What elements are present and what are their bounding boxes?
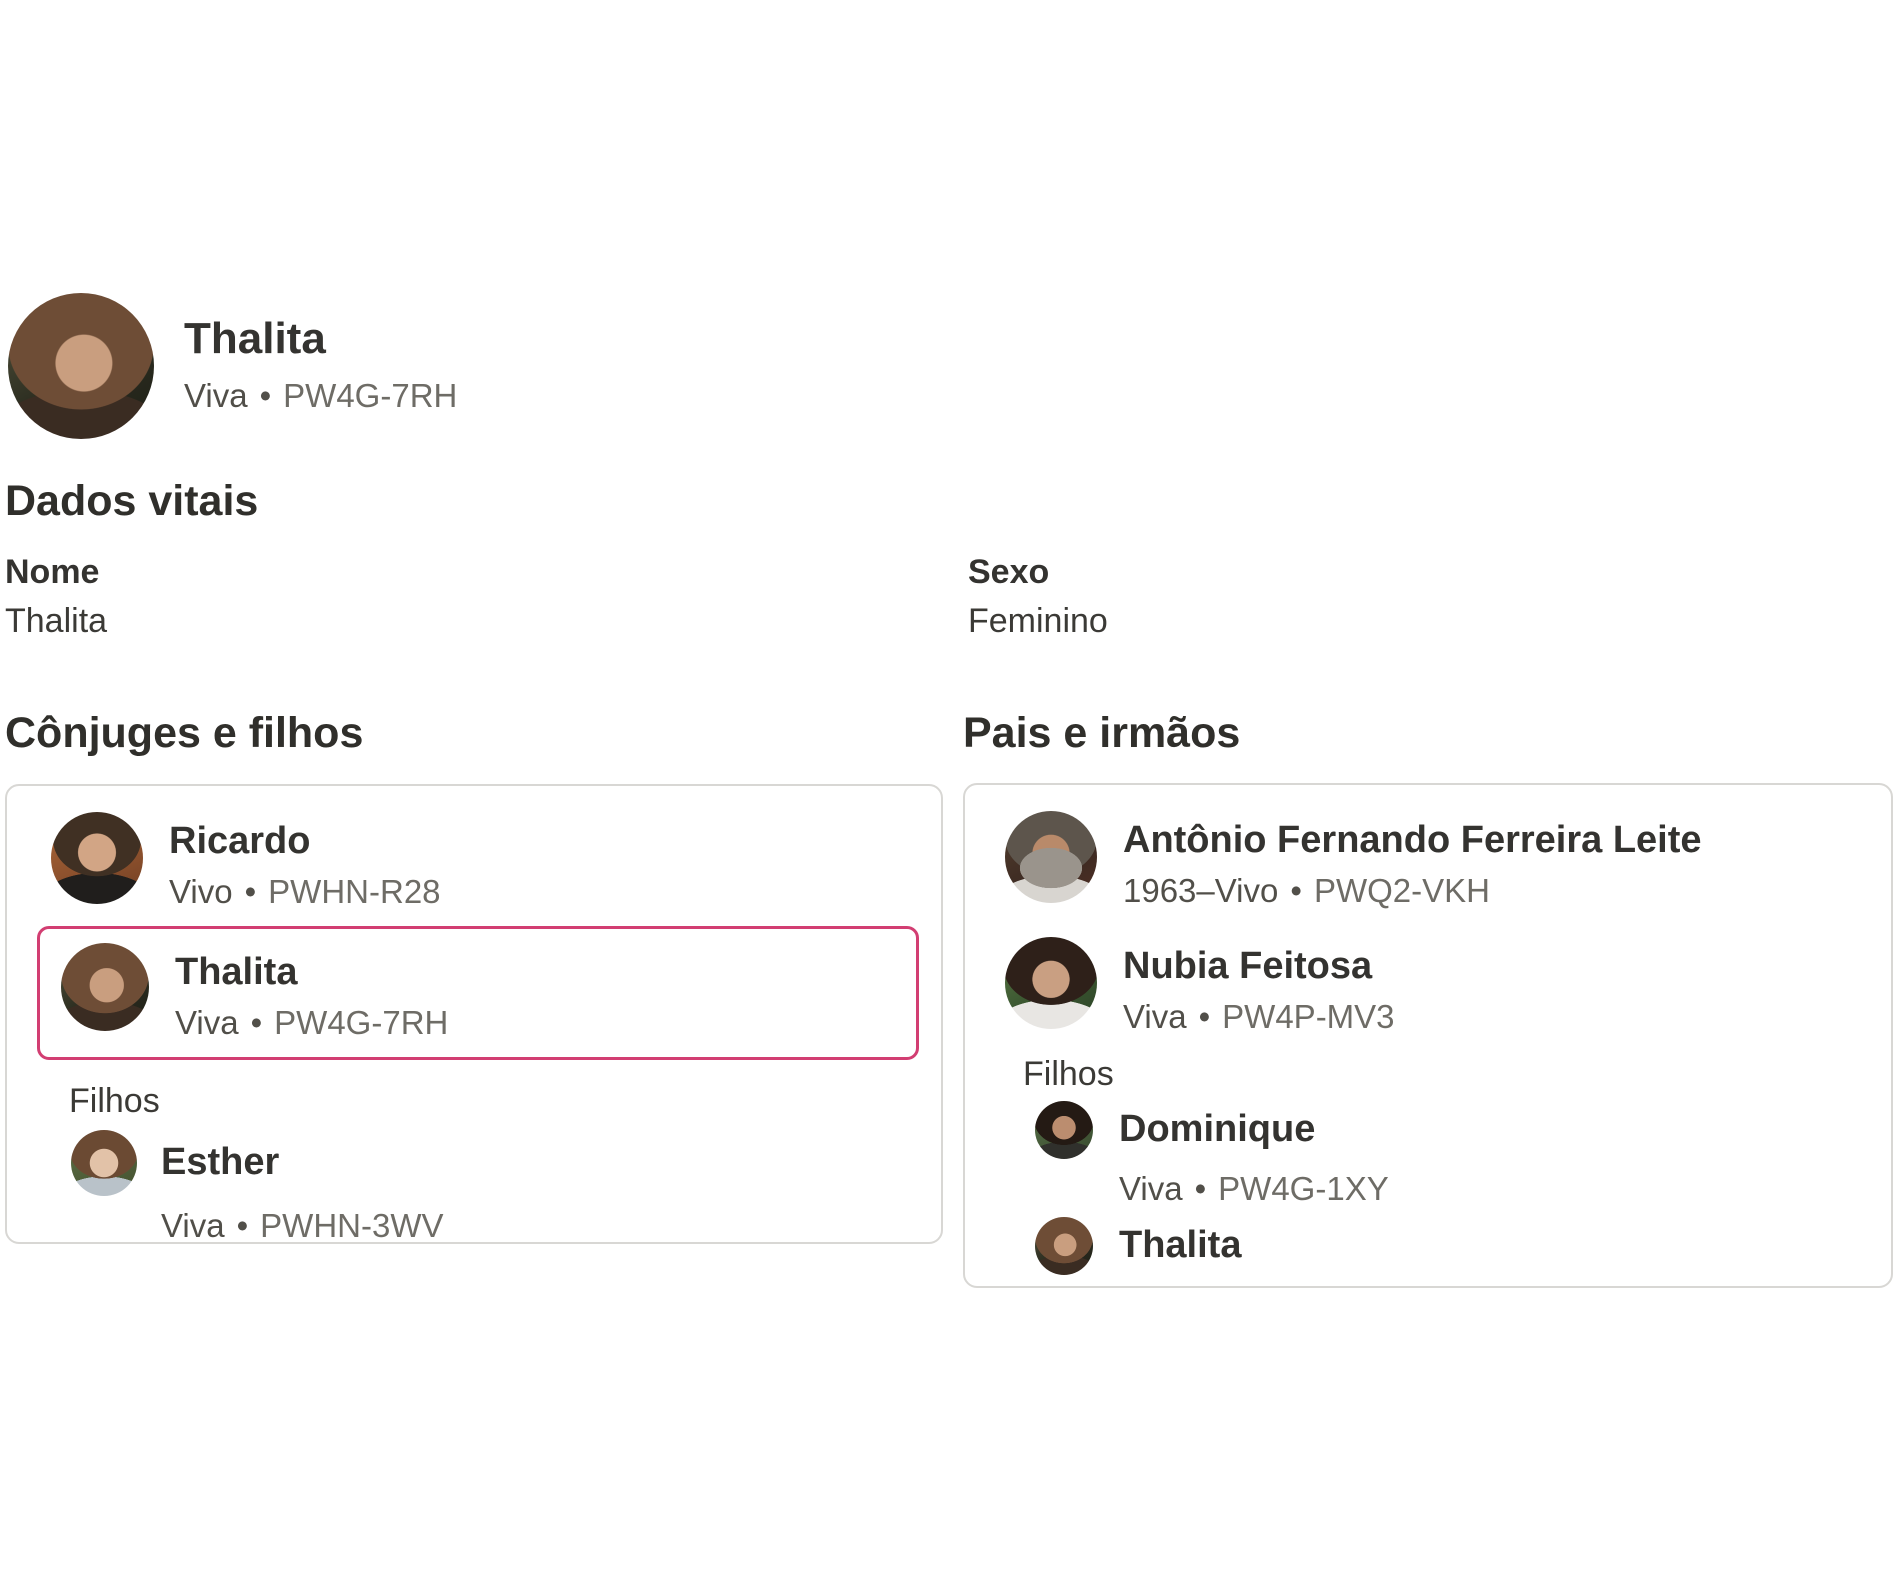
mother-photo[interactable] <box>1005 937 1097 1029</box>
bullet-separator: • <box>1290 873 1302 909</box>
selected-person-box[interactable]: Thalita Viva • PW4G-7RH <box>37 926 919 1060</box>
father-name: Antônio Fernando Ferreira Leite <box>1123 819 1702 863</box>
vitals-field-sex: Sexo Feminino <box>968 555 1893 638</box>
selected-person-lifespan-id: Viva • PW4G-7RH <box>175 1005 448 1041</box>
parents-column: Pais e irmãos Antônio Fernando Ferreira … <box>963 712 1893 1288</box>
father-photo[interactable] <box>1005 811 1097 903</box>
bullet-separator: • <box>260 377 272 415</box>
person-header: Thalita Viva • PW4G-7RH <box>8 293 457 439</box>
bullet-separator: • <box>245 874 257 910</box>
vitals-field-name: Nome Thalita <box>5 555 968 638</box>
father-text: Antônio Fernando Ferreira Leite 1963–Viv… <box>1123 811 1702 909</box>
spouse-lifespan-id: Vivo • PWHN-R28 <box>169 874 441 910</box>
selected-person-photo[interactable] <box>61 943 149 1031</box>
vitals-fields: Nome Thalita Sexo Feminino <box>5 555 1893 638</box>
lifespan-text: Viva <box>1119 1170 1183 1207</box>
person-id: PWHN-3WV <box>260 1207 443 1244</box>
person-id: PWHN-R28 <box>268 873 440 910</box>
person-details-page: { "ui": { "dot": "•" }, "colors": { "acc… <box>0 0 1900 1593</box>
person-row-sibling[interactable]: Dominique Viva • PW4G-1XY <box>1035 1101 1871 1207</box>
mother-lifespan-id: Viva • PW4P-MV3 <box>1123 999 1395 1035</box>
lifespan-text: 1963–Vivo <box>1123 872 1278 909</box>
bullet-separator: • <box>1199 999 1211 1035</box>
person-lifespan-id: Viva • PW4G-7RH <box>184 377 457 415</box>
vitals-section: Dados vitais Nome Thalita Sexo Feminino <box>5 480 1893 638</box>
person-id: PW4G-1XY <box>1218 1170 1389 1207</box>
person-row-selected[interactable]: Thalita Viva • PW4G-7RH <box>61 943 898 1041</box>
spouse-name: Ricardo <box>169 820 441 864</box>
spouse-text: Ricardo Vivo • PWHN-R28 <box>169 812 441 910</box>
sex-value: Feminino <box>968 604 1893 638</box>
bullet-separator: • <box>1195 1171 1207 1207</box>
lifespan-text: Viva <box>175 1004 239 1041</box>
person-row-father[interactable]: Antônio Fernando Ferreira Leite 1963–Viv… <box>1005 811 1871 909</box>
selected-person-name: Thalita <box>175 951 448 995</box>
person-row-sibling[interactable]: Thalita Viva • PW4G-7RH <box>1035 1217 1871 1288</box>
spouses-heading: Cônjuges e filhos <box>5 712 943 755</box>
spouse-photo[interactable] <box>51 812 143 904</box>
parents-heading: Pais e irmãos <box>963 712 1893 755</box>
child-lifespan-id: Viva • PWHN-3WV <box>161 1208 921 1244</box>
person-row-child[interactable]: Esther Viva • PWHN-3WV <box>71 1130 921 1244</box>
sibling-photo[interactable] <box>1035 1101 1093 1159</box>
bullet-separator: • <box>251 1005 263 1041</box>
selected-person-text: Thalita Viva • PW4G-7RH <box>175 943 448 1041</box>
person-id: PWQ2-VKH <box>1314 872 1490 909</box>
family-members-section: Cônjuges e filhos Ricardo Vivo • PWHN-R28 … <box>5 712 1893 1288</box>
person-id: PW4G-7RH <box>1218 1286 1392 1288</box>
sex-label: Sexo <box>968 555 1893 589</box>
father-lifespan-id: 1963–Vivo • PWQ2-VKH <box>1123 873 1702 909</box>
sibling-lifespan-id: Viva • PW4G-1XY <box>1119 1171 1871 1207</box>
sibling-photo[interactable] <box>1035 1217 1093 1275</box>
spouses-column: Cônjuges e filhos Ricardo Vivo • PWHN-R28 … <box>5 712 943 1288</box>
child-photo[interactable] <box>71 1130 137 1196</box>
lifespan-text: Vivo <box>169 873 233 910</box>
mother-name: Nubia Feitosa <box>1123 945 1395 989</box>
lifespan-text: Viva <box>1123 998 1187 1035</box>
person-id: PW4P-MV3 <box>1222 998 1394 1035</box>
vitals-heading: Dados vitais <box>5 480 1893 523</box>
parents-card: Antônio Fernando Ferreira Leite 1963–Viv… <box>963 783 1893 1288</box>
person-id: PW4G-7RH <box>283 377 457 414</box>
sibling-lifespan-id: Viva • PW4G-7RH <box>1119 1287 1871 1288</box>
person-row-spouse[interactable]: Ricardo Vivo • PWHN-R28 <box>51 812 921 910</box>
sibling-name: Dominique <box>1119 1108 1871 1152</box>
child-name: Esther <box>161 1141 921 1185</box>
lifespan-text: Viva <box>184 377 248 414</box>
person-header-text: Thalita Viva • PW4G-7RH <box>184 293 457 415</box>
bullet-separator: • <box>237 1208 249 1244</box>
lifespan-text: Viva <box>1119 1286 1183 1288</box>
children-label: Filhos <box>69 1084 941 1118</box>
mother-text: Nubia Feitosa Viva • PW4P-MV3 <box>1123 937 1395 1035</box>
lifespan-text: Viva <box>161 1207 225 1244</box>
page-title: Thalita <box>184 315 457 363</box>
profile-photo[interactable] <box>8 293 154 439</box>
bullet-separator: • <box>1195 1287 1207 1288</box>
children-label: Filhos <box>1023 1057 1891 1091</box>
name-value: Thalita <box>5 604 968 638</box>
sibling-name: Thalita <box>1119 1224 1871 1268</box>
spouses-card: Ricardo Vivo • PWHN-R28 Thalita Viva • PW4G-… <box>5 784 943 1244</box>
name-label: Nome <box>5 555 968 589</box>
person-row-mother[interactable]: Nubia Feitosa Viva • PW4P-MV3 <box>1005 937 1871 1035</box>
person-id: PW4G-7RH <box>274 1004 448 1041</box>
